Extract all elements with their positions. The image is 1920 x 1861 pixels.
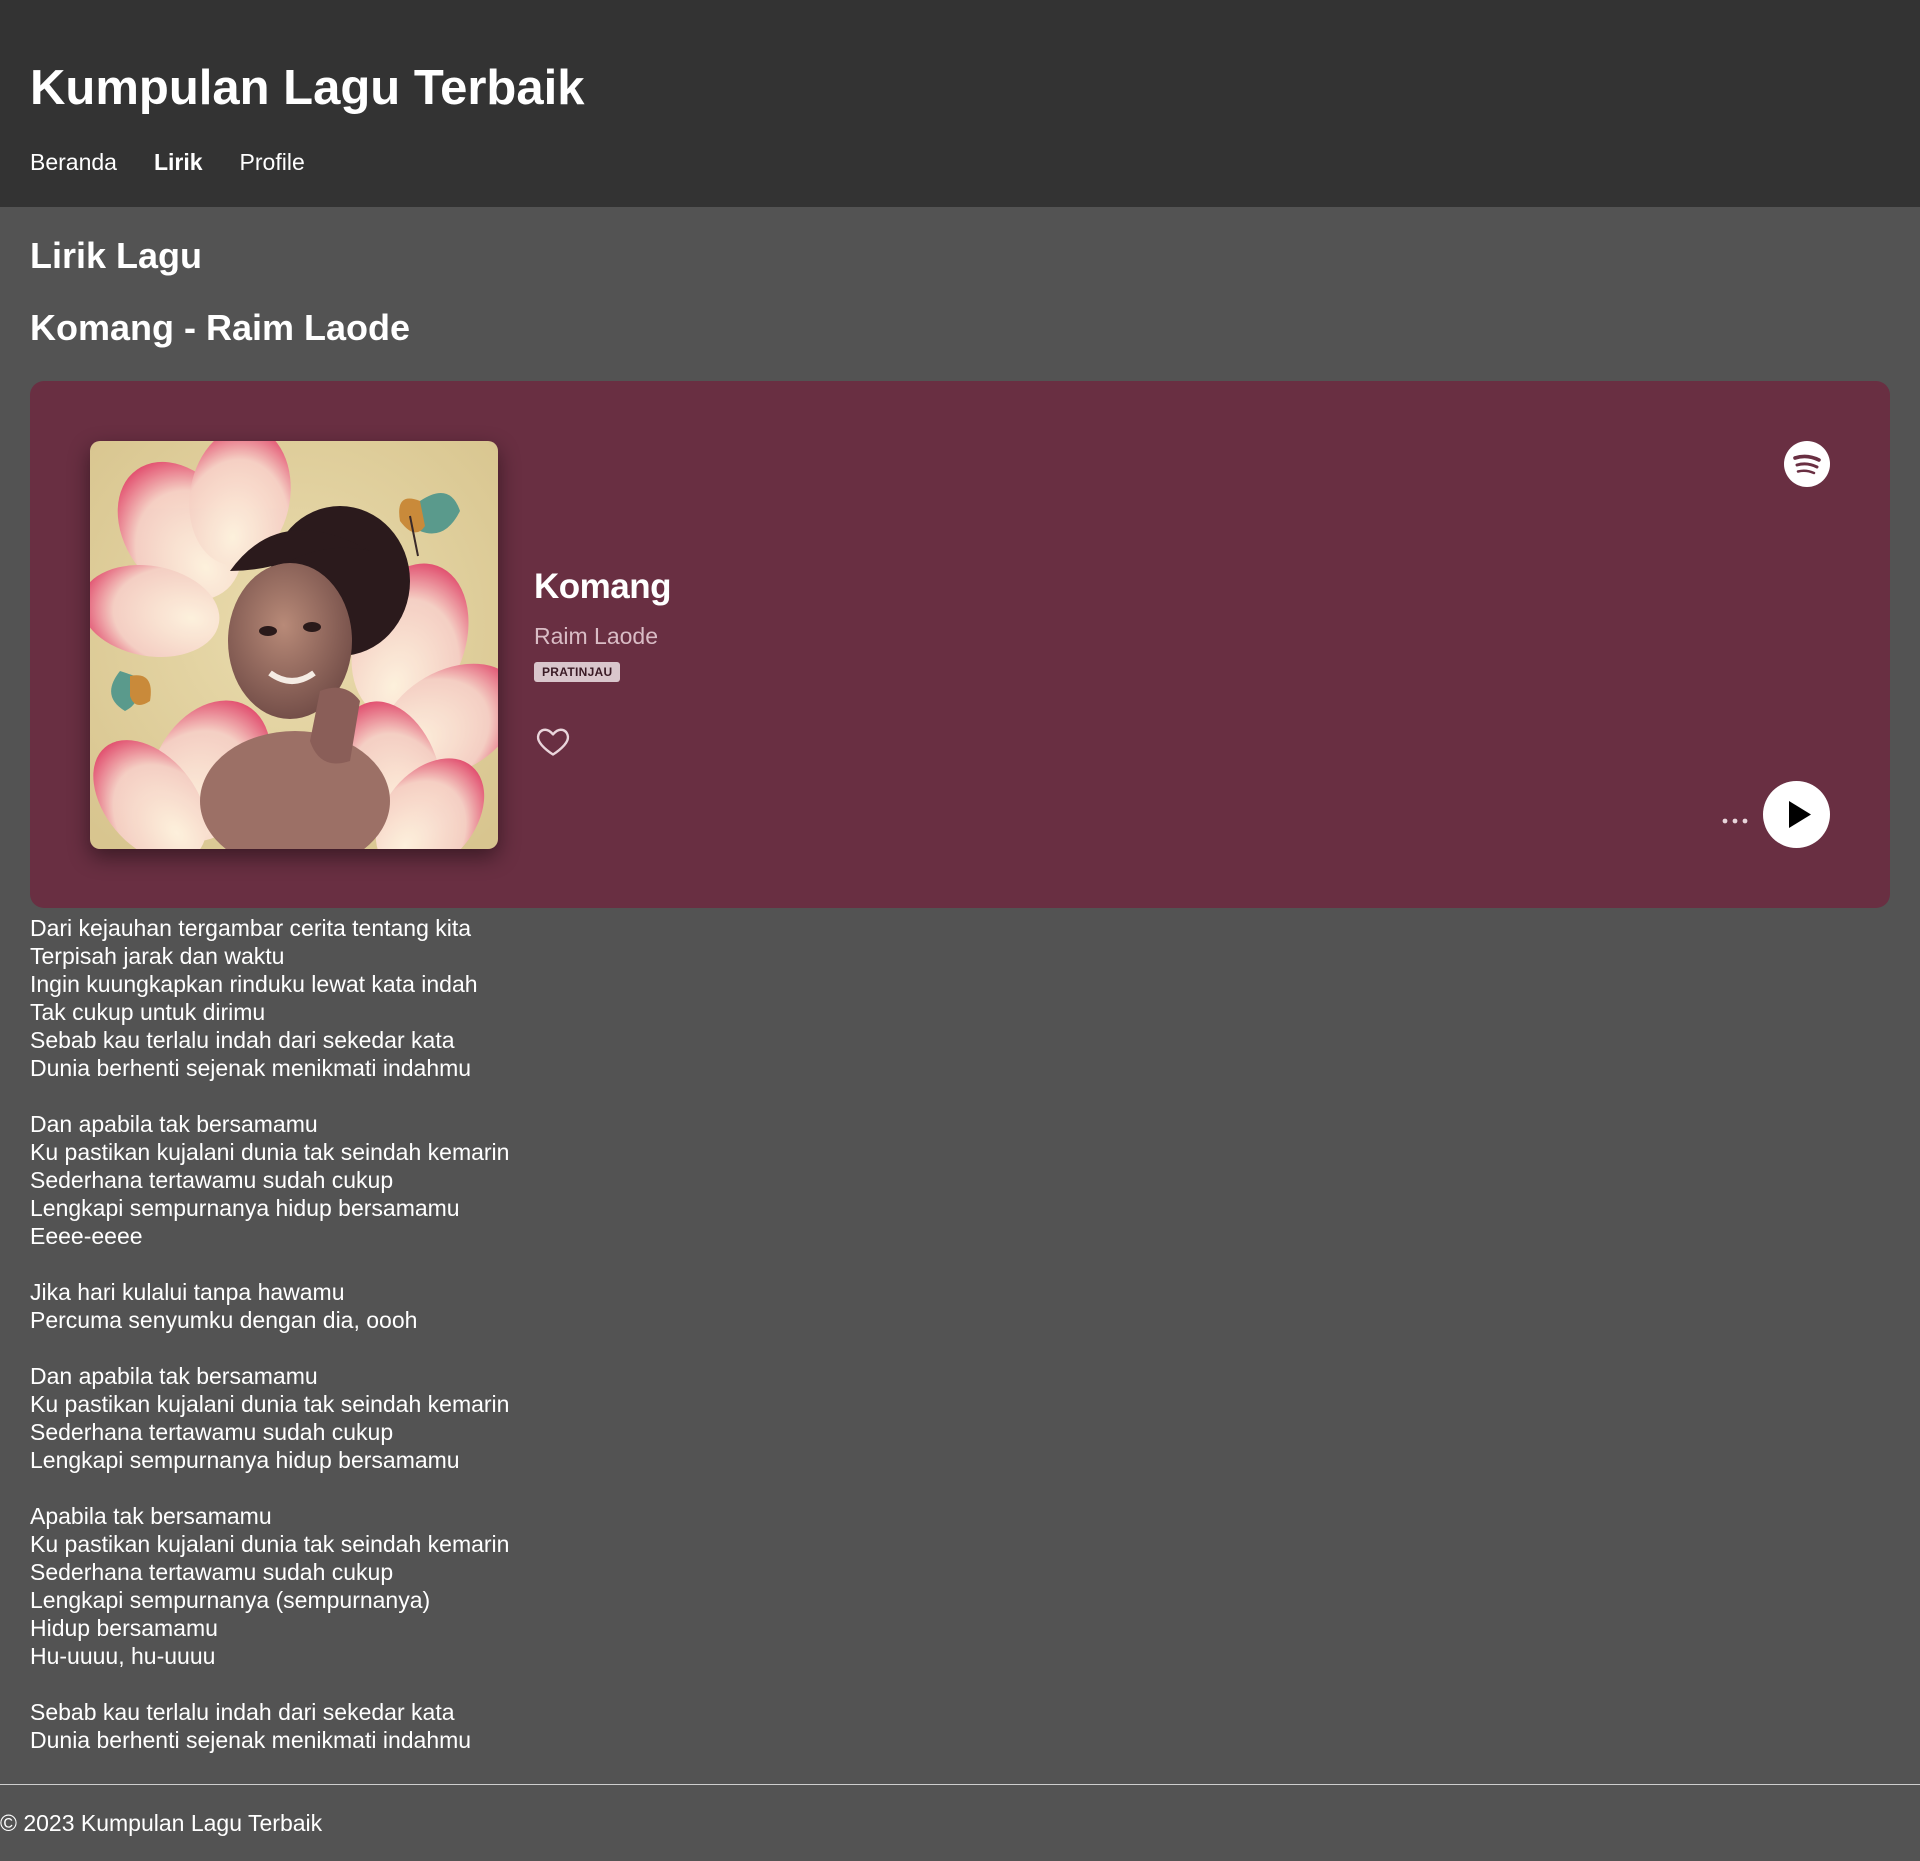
heart-icon[interactable] bbox=[534, 723, 572, 759]
track-title[interactable]: Komang bbox=[534, 567, 672, 607]
play-icon[interactable] bbox=[1763, 781, 1830, 848]
song-heading: Komang - Raim Laode bbox=[30, 307, 411, 348]
main-nav: Beranda Lirik Profile bbox=[30, 147, 305, 177]
spotify-logo-icon[interactable] bbox=[1784, 441, 1830, 487]
album-cover-art bbox=[90, 441, 498, 849]
preview-badge: PRATINJAU bbox=[534, 662, 621, 682]
lyrics-text: Dari kejauhan tergambar cerita tentang k… bbox=[30, 915, 510, 1753]
nav-item-profile[interactable]: Profile bbox=[240, 147, 305, 177]
album-cover[interactable] bbox=[90, 441, 498, 849]
page-heading: Lirik Lagu bbox=[30, 235, 203, 276]
nav-item-lirik[interactable]: Lirik bbox=[154, 147, 203, 177]
copyright-text: © 2023 Kumpulan Lagu Terbaik bbox=[0, 1810, 323, 1836]
spotify-embed-player[interactable]: Komang Raim Laode PRATINJAU bbox=[30, 381, 1890, 908]
more-options-icon[interactable] bbox=[1720, 811, 1750, 831]
main-content: Lirik Lagu Komang - Raim Laode Komang Ra… bbox=[0, 207, 1920, 1784]
site-header: Kumpulan Lagu Terbaik Beranda Lirik Prof… bbox=[0, 0, 1920, 207]
site-footer: © 2023 Kumpulan Lagu Terbaik bbox=[0, 1784, 1920, 1861]
nav-item-beranda[interactable]: Beranda bbox=[30, 147, 117, 177]
track-info: Komang Raim Laode PRATINJAU bbox=[534, 567, 672, 682]
track-artist[interactable]: Raim Laode bbox=[534, 622, 671, 650]
site-title: Kumpulan Lagu Terbaik bbox=[30, 61, 585, 115]
